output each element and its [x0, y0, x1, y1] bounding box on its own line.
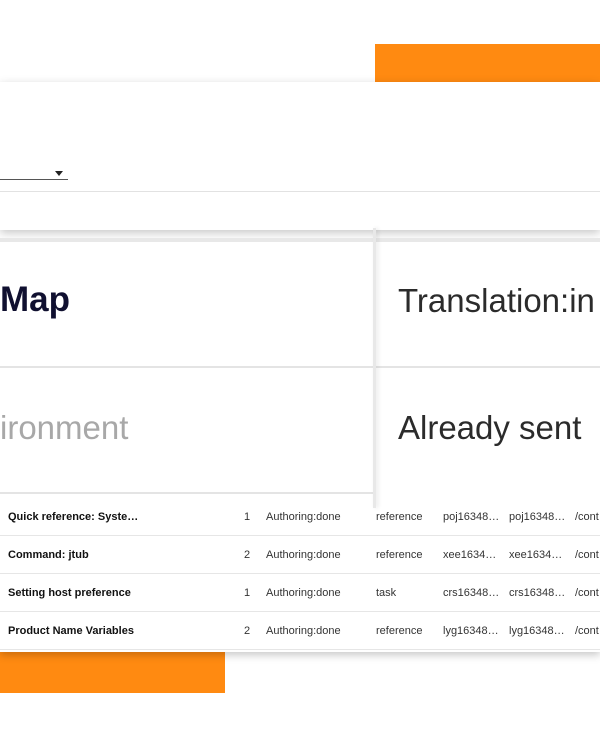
row-count: 1	[244, 587, 251, 599]
row-status: Authoring:done	[266, 511, 341, 523]
row-count: 1	[244, 511, 251, 523]
row-id: poj16348…	[443, 511, 498, 523]
table-row[interactable]: Setting host preference 1 Authoring:done…	[0, 574, 600, 612]
chevron-down-icon[interactable]	[55, 171, 63, 176]
row-id-secondary: lyg16348…	[509, 625, 564, 637]
row-id-secondary: xee1634…	[509, 549, 563, 561]
row-path: /cont	[575, 549, 599, 561]
row-id: xee1634…	[443, 549, 497, 561]
cell-translation-status: Translation:in	[398, 282, 595, 319]
orange-accent-top	[375, 44, 600, 84]
row-title[interactable]: Quick reference: System he…	[8, 511, 148, 523]
cell-already-sent: Already sent	[398, 409, 582, 446]
results-table: Quick reference: System he… 1 Authoring:…	[0, 490, 600, 652]
row-title[interactable]: Product Name Variables	[8, 625, 148, 637]
row-path: /cont	[575, 625, 599, 637]
cell-map[interactable]: Map	[0, 280, 70, 320]
row-type: reference	[376, 511, 423, 523]
row-type: reference	[376, 549, 423, 561]
row-status: Authoring:done	[266, 587, 341, 599]
row-type: reference	[376, 625, 423, 637]
grid-divider-top	[0, 238, 600, 242]
orange-accent-bottom	[0, 650, 225, 693]
row-path: /cont	[575, 587, 599, 599]
dropdown-select[interactable]	[0, 179, 68, 180]
table-row[interactable]: Product Name Variables 2 Authoring:done …	[0, 612, 600, 650]
row-title[interactable]: Command: jtub	[8, 549, 148, 561]
grid-divider-bottom	[0, 492, 374, 494]
row-status: Authoring:done	[266, 549, 341, 561]
grid-divider-middle	[0, 366, 600, 368]
settings-card	[0, 82, 600, 230]
cell-environment: ironment	[0, 409, 129, 446]
table-row[interactable]: Command: jtub 2 Authoring:done reference…	[0, 536, 600, 574]
row-title[interactable]: Setting host preference	[8, 587, 148, 599]
divider	[0, 191, 600, 192]
row-path: /cont	[575, 511, 599, 523]
row-count: 2	[244, 549, 251, 561]
row-id-secondary: poj16348…	[509, 511, 564, 523]
row-id-secondary: crs16348…	[509, 587, 564, 599]
grid-divider-vertical	[373, 228, 376, 508]
table-row[interactable]: Quick reference: System he… 1 Authoring:…	[0, 498, 600, 536]
row-type: task	[376, 587, 397, 599]
row-id: lyg16348…	[443, 625, 498, 637]
row-count: 2	[244, 625, 251, 637]
row-id: crs16348…	[443, 587, 498, 599]
row-status: Authoring:done	[266, 625, 341, 637]
